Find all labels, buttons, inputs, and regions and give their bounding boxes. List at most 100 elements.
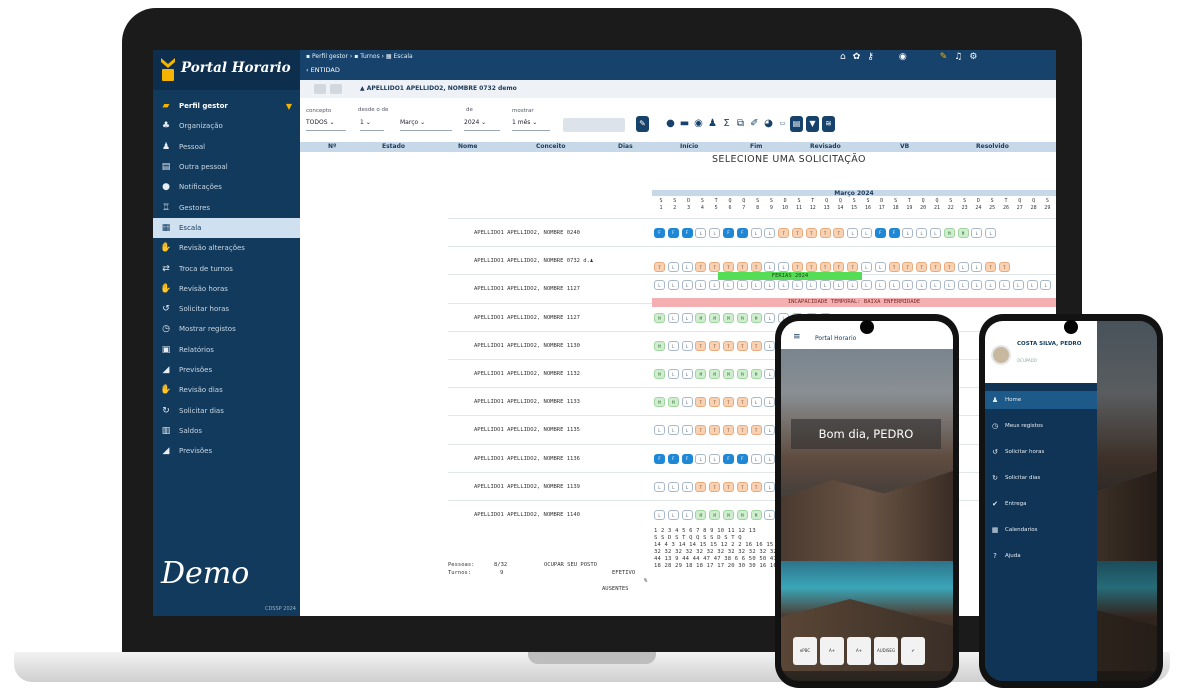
shift-cell[interactable]: L (957, 280, 969, 291)
shift-cell[interactable]: M (957, 228, 969, 238)
shift-cell[interactable]: L (667, 369, 679, 379)
sidebar-item-8[interactable]: ⇄ Troca de turnos (153, 258, 300, 278)
sidebar-item-5[interactable]: ♖ Gestores (153, 197, 300, 217)
person-icon[interactable]: ♟ (706, 116, 719, 132)
shift-cell[interactable]: T (695, 397, 707, 408)
breadcrumb[interactable]: ▪ Perfil gestor › ▪ Turnos › ▦ Escala (306, 53, 413, 60)
abc-icon[interactable]: ▭ (776, 116, 789, 132)
shift-cell[interactable]: T (723, 481, 734, 492)
shift-cell[interactable]: M (723, 369, 734, 379)
vacation-bar[interactable]: FERIAS 2024 (718, 272, 862, 280)
shift-cell[interactable]: M (943, 228, 955, 238)
shift-cell[interactable]: L (681, 340, 693, 351)
shift-cell[interactable]: M (709, 369, 721, 379)
shift-cell[interactable]: T (736, 481, 748, 492)
shift-cell[interactable]: F (681, 228, 693, 238)
sidebar-item-14[interactable]: ✋ Revisão dias (153, 380, 300, 400)
shift-cell[interactable]: L (667, 340, 679, 351)
entity-link[interactable]: ‹ ENTIDAD (306, 66, 340, 74)
next-button[interactable] (330, 84, 342, 94)
shift-cell[interactable]: L (971, 262, 983, 273)
shift-cell[interactable]: L (709, 228, 721, 238)
shift-cell[interactable]: T (695, 425, 707, 436)
shift-cell[interactable]: T (695, 481, 707, 492)
globe-icon[interactable]: ◉ (899, 52, 907, 62)
drawer-item-4[interactable]: ✔ Entrega (985, 495, 1097, 513)
shift-cell[interactable]: L (681, 262, 693, 273)
key-icon[interactable]: ⚷ (867, 52, 874, 62)
shift-cell[interactable]: L (764, 280, 776, 291)
column-header[interactable]: Resolvido (976, 143, 1009, 150)
shift-cell[interactable]: L (681, 397, 693, 408)
sum-icon[interactable]: Σ (720, 116, 733, 132)
sidebar-item-3[interactable]: ▤ Outra pessoal (153, 157, 300, 177)
shift-cell[interactable]: M (723, 312, 734, 323)
shift-cell[interactable]: L (985, 228, 997, 238)
block-icon[interactable]: ● (664, 116, 677, 132)
shift-cell[interactable]: T (778, 228, 790, 238)
shift-cell[interactable]: L (805, 280, 817, 291)
shift-cell[interactable]: T (805, 228, 817, 238)
shift-cell[interactable]: L (764, 262, 776, 273)
shift-cell[interactable]: L (861, 262, 872, 273)
shift-cell[interactable]: M (654, 340, 665, 351)
shift-cell[interactable]: L (723, 280, 734, 291)
info-icon[interactable]: ◉ (692, 116, 705, 132)
shift-cell[interactable]: F (888, 228, 900, 238)
shift-cell[interactable]: L (971, 228, 983, 238)
drawer-item-0[interactable]: ♟ Home (985, 391, 1097, 409)
shift-cell[interactable]: M (654, 369, 665, 379)
sidebar-item-15[interactable]: ↻ Solicitar dias (153, 400, 300, 420)
shift-cell[interactable]: L (957, 262, 969, 273)
year-select[interactable]: 2024 ⌄ (464, 119, 500, 131)
shift-cell[interactable]: L (709, 453, 721, 464)
employee-row-name[interactable]: APELLIDO1 APELLIDO2, NOMBRE 1135 (474, 427, 580, 433)
copy-icon[interactable]: ⧉ (734, 116, 747, 132)
employee-row-name[interactable]: APELLIDO1 APELLIDO2, NOMBRE 1136 (474, 456, 580, 462)
shift-cell[interactable]: M (667, 397, 679, 408)
shift-cell[interactable]: L (681, 425, 693, 436)
shift-cell[interactable]: L (985, 280, 997, 291)
shift-cell[interactable]: L (764, 510, 776, 520)
shift-cell[interactable]: L (902, 228, 914, 238)
employee-row-name[interactable]: APELLIDO1 APELLIDO2, NOMBRE 1140 (474, 512, 580, 518)
sidebar-item-1[interactable]: ♣ Organização (153, 116, 300, 136)
shift-cell[interactable]: L (861, 228, 872, 238)
shift-cell[interactable]: T (943, 262, 955, 273)
shift-cell[interactable]: T (723, 262, 734, 273)
employee-row-name[interactable]: APELLIDO1 APELLIDO2, NOMBRE 1127 (474, 286, 580, 292)
column-header[interactable]: Estado (382, 143, 405, 150)
employee-row-name[interactable]: APELLIDO1 APELLIDO2, NOMBRE 1127 (474, 315, 580, 321)
drawer-item-2[interactable]: ↺ Solicitar horas (985, 443, 1097, 461)
shift-cell[interactable]: L (695, 280, 707, 291)
shift-cell[interactable]: L (902, 280, 914, 291)
shift-cell[interactable]: L (1040, 280, 1052, 291)
shift-cell[interactable]: M (736, 312, 748, 323)
shift-cell[interactable]: L (792, 280, 803, 291)
shift-cell[interactable]: L (943, 280, 955, 291)
shift-cell[interactable]: T (792, 262, 803, 273)
shift-cell[interactable]: T (736, 397, 748, 408)
shift-cell[interactable]: T (750, 340, 762, 351)
shift-cell[interactable]: F (654, 453, 665, 464)
shift-cell[interactable]: T (750, 425, 762, 436)
shift-cell[interactable]: T (723, 340, 734, 351)
settings-icon[interactable]: ✿ (853, 52, 861, 62)
shift-cell[interactable]: T (709, 425, 721, 436)
shift-cell[interactable]: T (792, 228, 803, 238)
shift-cell[interactable]: L (1026, 280, 1038, 291)
shift-cell[interactable]: L (654, 510, 665, 520)
shift-cell[interactable]: L (764, 425, 776, 436)
shift-cell[interactable]: T (888, 262, 900, 273)
shift-cell[interactable]: T (902, 262, 914, 273)
shift-cell[interactable]: M (709, 312, 721, 323)
prev-button[interactable] (314, 84, 326, 94)
day-select[interactable]: 1 ⌄ (360, 119, 384, 131)
column-header[interactable]: Fim (750, 143, 762, 150)
shift-cell[interactable]: T (805, 262, 817, 273)
sidebar-item-12[interactable]: ▣ Relatórios (153, 340, 300, 360)
shift-cell[interactable]: L (847, 228, 859, 238)
shift-cell[interactable]: L (681, 280, 693, 291)
shift-cell[interactable]: L (764, 312, 776, 323)
employee-row-name[interactable]: APELLIDO1 APELLIDO2, NOMBRE 1130 (474, 343, 580, 349)
